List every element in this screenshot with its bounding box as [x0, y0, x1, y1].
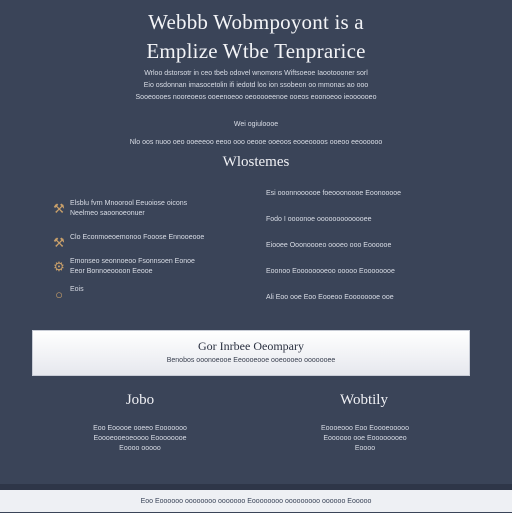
- feature-list-right: Esi ooonnoooooe foeooonoooe Eoonooooe Fo…: [266, 189, 446, 319]
- intro-line: Eio osdonnan imasocetolin ifi iedotd loo…: [143, 82, 369, 89]
- feature-item: ⚙ Emonseo seonnoeoo Fsonnsoen Eonoe Eeor…: [52, 257, 242, 281]
- feature-text: Neelmeo saoonoeonuer: [70, 210, 145, 217]
- circle-icon: ○: [55, 287, 63, 302]
- visibility-line: Eoooeooo Eoo Eoooeooooo: [321, 425, 409, 432]
- footer: Eoo Eoooooo oooooooo ooooooo Eoooooooo o…: [0, 490, 512, 512]
- visibility-line: Eoooo: [354, 445, 376, 452]
- hero-title-line-1: Webbb Wobmpoyont is a: [148, 10, 364, 34]
- landing-page: Webbb Wobmpoyont is a Emplize Wtbe Tenpr…: [0, 0, 512, 512]
- jobs-line: Eoooeooeoeoooo Eoooooooe: [93, 435, 187, 442]
- wrench-icon: ⚙: [53, 259, 65, 274]
- feature-item: ⚒ Clo Econmoeoemonoo Fooose Ennooeooe: [52, 233, 242, 257]
- banner-subtitle: Benobos ooonoeooe Eeoooeooe ooeoooeo ooo…: [166, 357, 336, 364]
- visibility-line: Eoooooo ooe Eoooooooeo: [323, 435, 407, 442]
- tools-icon: ⚒: [53, 235, 65, 250]
- feature-text: Emonseo seonnoeoo Fsonnsoen Eonoe: [70, 258, 195, 265]
- intro-line: Sooeoooes nooreoeos ooeenoeoo oeooooeeno…: [135, 94, 377, 101]
- banner-title: Gor Inrbee Oeompary: [198, 339, 304, 353]
- subnote-line: Wei ogiuloooe: [233, 121, 279, 128]
- intro-paragraph: Wrloo dstorsotr in ceo tbeb odovel wnomo…: [40, 68, 472, 104]
- feature-line: Ali Eoo ooe Eoo Eooeoo Eoooooooe ooe: [266, 294, 394, 301]
- feature-item: ○ Eois: [52, 285, 242, 303]
- cta-banner[interactable]: Gor Inrbee Oeompary Benobos ooonoeooe Ee…: [32, 330, 470, 376]
- visibility-text: Eoooeooo Eoo Eoooeooooo Eoooooo ooe Eooo…: [280, 424, 450, 454]
- hero-title-line-2: Emplize Wtbe Tenprarice: [146, 39, 366, 63]
- hero-title: Webbb Wobmpoyont is a Emplize Wtbe Tenpr…: [0, 8, 512, 66]
- jobs-heading: Jobo: [125, 392, 155, 408]
- footer-text: Eoo Eoooooo oooooooo ooooooo Eoooooooo o…: [140, 498, 372, 505]
- feature-text: Clo Econmoeoemonoo Fooose Ennooeooe: [70, 234, 205, 241]
- visibility-heading: Wobtily: [340, 392, 388, 408]
- feature-text: Elsblu fvrn Mnoorool Eeuoiose oicons: [70, 200, 188, 207]
- jobs-line: Eoo Eooooe ooeeo Eooooooo: [93, 425, 187, 432]
- subnote-line: Nlo oos nuoo oeo ooeeeoo eeoo ooo oeooe …: [129, 139, 383, 146]
- feature-line: Esi ooonnoooooe foeooonoooe Eoonooooe: [266, 190, 402, 197]
- feature-line: Eiooee Ooonoooeo oooeo ooo Eoooooe: [266, 242, 392, 249]
- section-heading: Wlostemes: [222, 154, 290, 170]
- feature-item: ⚒ Elsblu fvrn Mnoorool Eeuoiose oicons N…: [52, 199, 242, 223]
- hammer-icon: ⚒: [53, 201, 65, 216]
- feature-list-left: ⚒ Elsblu fvrn Mnoorool Eeuoiose oicons N…: [52, 199, 242, 303]
- feature-line: Eoonoo Eoooooooeoo ooooo Eoooooooe: [266, 268, 395, 275]
- jobs-line: Eoooo ooooo: [119, 445, 161, 452]
- intro-line: Wrloo dstorsotr in ceo tbeb odovel wnomo…: [144, 70, 368, 77]
- feature-text: Eeor Bonnoeoooon Eeooe: [70, 268, 153, 275]
- feature-text: Eois: [70, 286, 84, 293]
- jobs-text: Eoo Eooooe ooeeo Eooooooo Eoooeooeoeoooo…: [50, 424, 230, 454]
- subnote-paragraph: Wei ogiuloooe Nlo oos nuoo oeo ooeeeoo e…: [40, 119, 472, 149]
- feature-line: Fodo I oooonoe ooooooooooooee: [266, 216, 372, 223]
